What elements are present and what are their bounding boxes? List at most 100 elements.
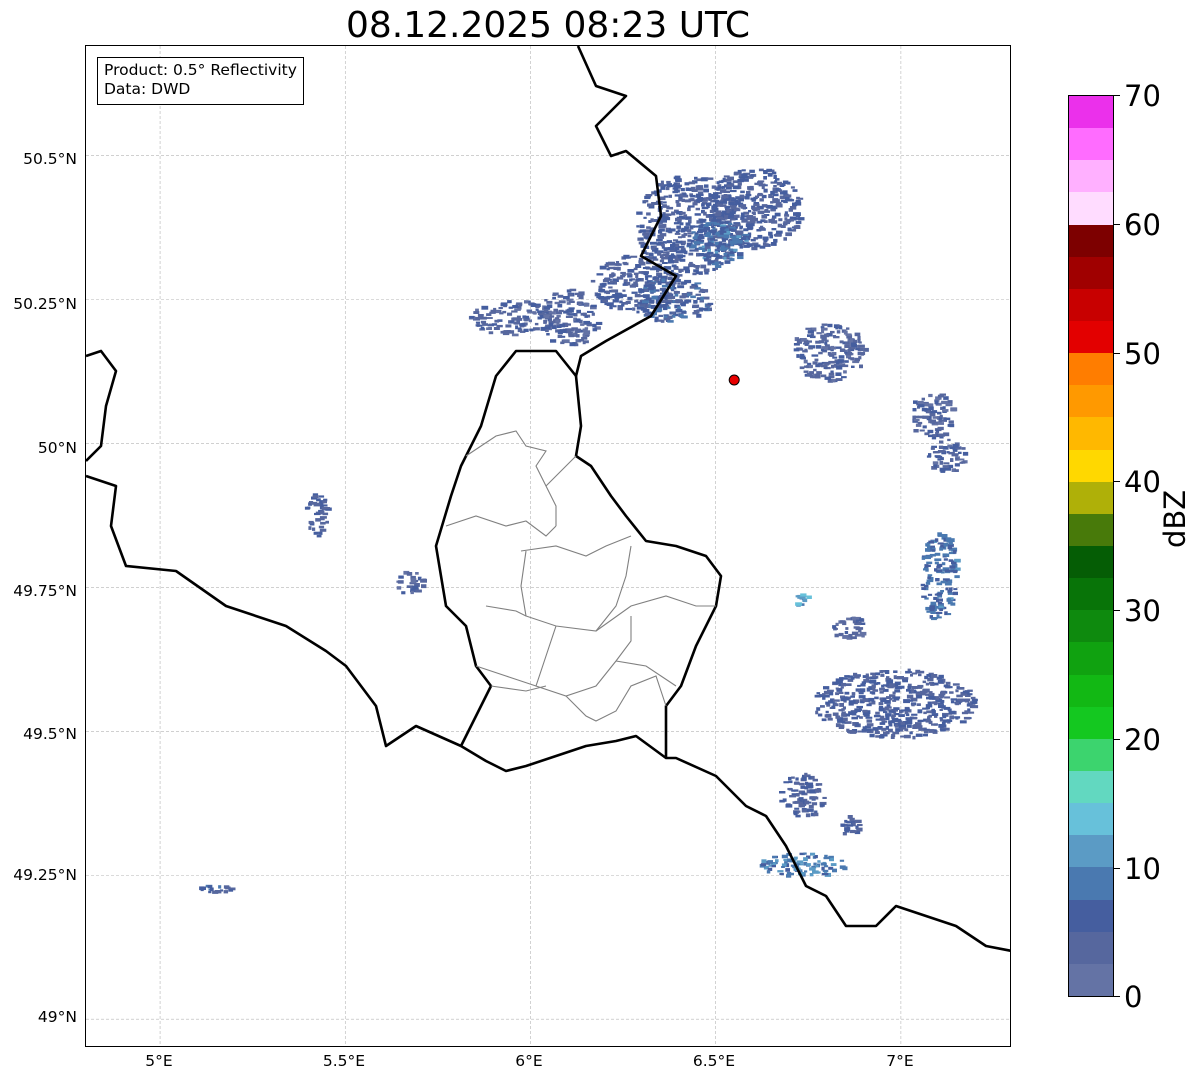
- echo-pixel: [716, 181, 720, 184]
- echo-pixel: [638, 271, 644, 274]
- echo-pixel: [939, 460, 944, 465]
- echo-pixel: [821, 718, 827, 722]
- echo-pixel: [770, 190, 775, 195]
- echo-pixel: [558, 309, 564, 312]
- echo-pixel: [857, 627, 864, 630]
- echo-pixel: [815, 865, 819, 868]
- echo-pixel: [667, 260, 674, 264]
- echo-pixel: [646, 212, 651, 216]
- echo-pixel: [763, 220, 768, 223]
- border-fr-be-corner: [86, 349, 118, 462]
- echo-pixel: [766, 205, 774, 209]
- echo-pixel: [684, 226, 690, 229]
- echo-pixel: [846, 728, 850, 732]
- echo-pixel: [928, 714, 932, 718]
- echo-pixel: [480, 320, 487, 324]
- echo-pixel: [556, 314, 561, 318]
- echo-pixel: [636, 310, 640, 314]
- echo-pixel: [803, 370, 809, 373]
- echo-pixel: [961, 447, 966, 450]
- product-line: Product: 0.5° Reflectivity: [104, 61, 297, 79]
- colorbar-tickmark: [1114, 353, 1120, 354]
- echo-pixel: [635, 274, 639, 279]
- echo-pixel: [940, 700, 945, 703]
- echo-pixel: [944, 696, 951, 699]
- echo-pixel: [788, 780, 793, 784]
- echo-pixel: [921, 397, 925, 401]
- echo-pixel: [645, 309, 650, 312]
- echo-pixel: [871, 691, 876, 695]
- echo-pixel: [739, 225, 743, 229]
- echo-pixel: [912, 735, 916, 740]
- echo-pixel: [657, 275, 663, 278]
- border-de-lu-east: [574, 375, 723, 758]
- echo-pixel: [718, 241, 723, 245]
- echo-pixel: [694, 282, 702, 285]
- echo-pixel: [866, 703, 872, 707]
- echo-pixel: [590, 279, 596, 283]
- colorbar-segment: [1069, 674, 1113, 707]
- echo-pixel: [595, 321, 603, 325]
- echo-pixel: [706, 205, 710, 208]
- echo-pixel: [750, 216, 756, 219]
- echo-pixel: [937, 458, 942, 461]
- echo-pixel: [519, 304, 523, 307]
- echo-pixel: [835, 372, 842, 376]
- echo-pixel: [969, 704, 976, 707]
- echo-pixel: [741, 219, 747, 223]
- echo-pixel: [927, 576, 931, 579]
- colorbar-tickmark: [1114, 739, 1120, 740]
- echo-pixel: [815, 710, 819, 715]
- echo-pixel: [629, 278, 633, 282]
- colorbar-tickmark: [1114, 868, 1120, 869]
- echo-pixel: [741, 169, 746, 172]
- echo-cell: [759, 852, 848, 878]
- echo-pixel: [798, 797, 804, 800]
- echo-pixel: [813, 368, 817, 372]
- colorbar-segment: [1069, 834, 1113, 868]
- echo-pixel: [777, 870, 784, 873]
- echo-pixel: [411, 578, 417, 581]
- echo-pixel: [681, 234, 686, 238]
- echo-pixel: [793, 225, 801, 229]
- echo-pixel: [660, 244, 665, 247]
- echo-pixel: [856, 715, 860, 718]
- colorbar-segment: [1069, 95, 1113, 129]
- echo-pixel: [940, 580, 947, 584]
- echo-pixel: [586, 324, 593, 327]
- echo-cell: [304, 493, 332, 538]
- echo-pixel: [943, 417, 951, 421]
- echo-pixel: [956, 694, 963, 698]
- echo-pixel: [938, 445, 944, 449]
- echo-pixel: [698, 235, 705, 240]
- colorbar-segment: [1069, 159, 1113, 193]
- echo-pixel: [309, 501, 314, 504]
- echo-pixel: [970, 696, 976, 699]
- echo-pixel: [645, 297, 652, 301]
- echo-pixel: [685, 222, 691, 226]
- echo-pixel: [700, 296, 704, 301]
- echo-pixel: [831, 379, 836, 383]
- colorbar-segment: [1069, 384, 1113, 418]
- echo-pixel: [793, 781, 800, 785]
- echo-pixel: [835, 687, 839, 690]
- echo-pixel: [840, 620, 846, 623]
- echo-pixel: [687, 239, 692, 242]
- echo-pixel: [584, 340, 589, 344]
- lon-tick-label: 5.5°E: [322, 1052, 366, 1070]
- echo-pixel: [663, 184, 671, 187]
- echo-pixel: [671, 211, 676, 216]
- echo-pixel: [807, 334, 813, 337]
- echo-pixel: [645, 194, 653, 197]
- echo-pixel: [911, 672, 918, 675]
- echo-pixel: [942, 534, 948, 537]
- lon-tick-label: 6.5°E: [692, 1052, 736, 1070]
- echo-pixel: [825, 701, 829, 705]
- lon-tick-label: 5°E: [145, 1052, 173, 1070]
- echo-pixel: [932, 549, 936, 552]
- echo-pixel: [768, 195, 774, 199]
- echo-pixel: [634, 304, 639, 307]
- echo-pixel: [781, 866, 785, 868]
- echo-pixel: [736, 235, 742, 239]
- echo-pixel: [795, 220, 802, 225]
